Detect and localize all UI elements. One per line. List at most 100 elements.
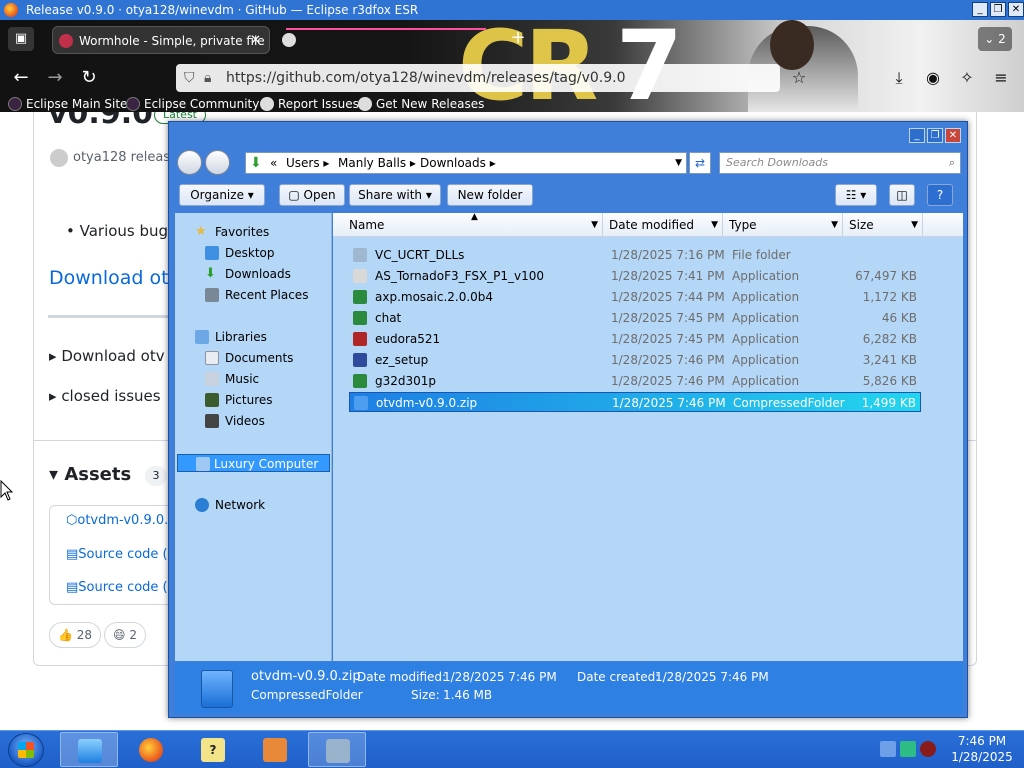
tab-github-release[interactable] (276, 26, 494, 54)
nav-recent-places[interactable]: Recent Places (175, 286, 332, 304)
back-button[interactable] (177, 150, 202, 175)
refresh-icon[interactable]: ⇄ (689, 152, 711, 174)
window-title: Release v0.9.0 · otya128/winevdm · GitHu… (26, 3, 419, 17)
details-download[interactable]: ▸ Download otv (49, 347, 165, 365)
assets-heading[interactable]: ▾ Assets (49, 464, 131, 485)
download-link[interactable]: Download otv (49, 267, 180, 289)
address-dropdown-icon[interactable]: ▼ (675, 153, 682, 173)
tray-volume-icon[interactable] (920, 741, 936, 757)
bookmark-get-new-releases[interactable]: Get New Releases (358, 96, 484, 112)
tab-list-icon[interactable]: ▣ (8, 27, 34, 51)
asset-source-tar-link[interactable]: ▤Source code ( (66, 580, 168, 595)
asset-source-zip-link[interactable]: ▤Source code ( (66, 547, 168, 562)
details-created-value: 1/28/2025 7:46 PM (655, 670, 769, 684)
extensions-icon[interactable]: ✧ (954, 65, 980, 91)
file-row[interactable]: eudora521 1/28/2025 7:45 PM Application 6,2… (349, 329, 921, 349)
search-icon[interactable]: ⌕ (949, 153, 955, 173)
new-tab-button[interactable]: + (506, 27, 530, 51)
file-row[interactable]: g32d301p 1/28/2025 7:46 PM Application 5,82… (349, 371, 921, 391)
nav-network[interactable]: Network (175, 496, 332, 514)
back-arrow-icon[interactable]: ← (8, 65, 34, 91)
downloads-icon[interactable]: ⤓ (886, 65, 912, 91)
bookmark-eclipse-main[interactable]: Eclipse Main Site (8, 96, 127, 112)
file-row[interactable]: chat 1/28/2025 7:45 PM Application 46 KB (349, 308, 921, 328)
file-date: 1/28/2025 7:46 PM (611, 353, 725, 367)
breadcrumb-users[interactable]: Users ▸ (286, 153, 329, 173)
taskbar-help-button[interactable]: ? (184, 732, 242, 767)
nav-downloads[interactable]: ⬇ Downloads (175, 265, 332, 283)
account-icon[interactable]: ◉ (920, 65, 946, 91)
nav-desktop[interactable]: Desktop (175, 244, 332, 262)
explorer-close-button[interactable]: ✕ (945, 128, 961, 143)
url-bar[interactable]: ⛉ 🔒︎ https://github.com/otya128/winevdm/… (176, 64, 780, 92)
tab-bar: ▣ Wormhole - Simple, private file ✕ + ⌄ … (0, 20, 1024, 60)
tab-wormhole[interactable]: Wormhole - Simple, private file ✕ (52, 26, 270, 54)
address-bar[interactable]: ⬇ « Users ▸ Manly Balls ▸ Downloads ▸ ▼ (245, 152, 687, 174)
breadcrumb-downloads[interactable]: Downloads ▸ (420, 153, 496, 173)
column-type[interactable]: Type ▼ (723, 213, 843, 237)
app-icon (353, 374, 367, 388)
sort-dropdown-icon[interactable]: ▼ (591, 213, 598, 237)
nav-luxury-computer[interactable]: Luxury Computer (177, 454, 330, 472)
new-folder-button[interactable]: New folder (447, 184, 533, 206)
file-row[interactable]: otvdm-v0.9.0.zip 1/28/2025 7:46 PM Compres… (349, 392, 921, 412)
share-with-button[interactable]: Share with ▾ (349, 184, 441, 206)
nav-music[interactable]: Music (175, 370, 332, 388)
reaction-thumbs-up[interactable]: 👍 28 (49, 622, 102, 648)
list-all-tabs-button[interactable]: ⌄ 2 (978, 27, 1012, 51)
forward-button[interactable] (205, 150, 230, 175)
explorer-maximize-button[interactable]: ❐ (927, 128, 943, 143)
taskbar-firefox-button[interactable] (122, 732, 180, 767)
taskbar-zip-button[interactable] (308, 732, 366, 767)
file-row[interactable]: VC_UCRT_DLLs 1/28/2025 7:16 PM File folder (349, 245, 921, 265)
tray-network-icon[interactable] (900, 741, 916, 757)
bookmark-report-issues[interactable]: Report Issues (260, 96, 359, 112)
nav-label: Downloads (225, 267, 291, 281)
bookmark-eclipse-community[interactable]: Eclipse Community (126, 96, 259, 112)
column-date-modified[interactable]: Date modified ▼ (603, 213, 723, 237)
close-button[interactable]: ✕ (1008, 2, 1024, 17)
file-date: 1/28/2025 7:46 PM (611, 374, 725, 388)
details-closed-issues[interactable]: ▸ closed issues (49, 387, 161, 405)
nav-videos[interactable]: Videos (175, 412, 332, 430)
preview-pane-icon[interactable]: ◫ (889, 184, 915, 206)
taskbar-clock[interactable]: 7:46 PM 1/28/2025 (950, 733, 1014, 765)
taskbar-explorer-button[interactable] (60, 732, 118, 767)
nav-pictures[interactable]: Pictures (175, 391, 332, 409)
asset-zip-link[interactable]: ⬡otvdm-v0.9.0. (66, 513, 168, 528)
release-author[interactable]: otya128 release (73, 150, 178, 165)
nav-documents[interactable]: Documents (175, 349, 332, 367)
start-button[interactable] (8, 733, 44, 767)
file-row[interactable]: ez_setup 1/28/2025 7:46 PM Application 3,24… (349, 350, 921, 370)
taskbar-package-button[interactable] (246, 732, 304, 767)
author-avatar[interactable] (50, 149, 68, 167)
explorer-minimize-button[interactable]: _ (909, 128, 925, 143)
sort-dropdown-icon[interactable]: ▼ (711, 213, 718, 237)
bookmark-star-icon[interactable]: ☆ (786, 65, 812, 91)
breadcrumb-manly-balls[interactable]: Manly Balls ▸ (338, 153, 416, 173)
forward-arrow-icon[interactable]: → (42, 65, 68, 91)
organize-button[interactable]: Organize ▾ (179, 184, 265, 206)
tab-close-icon[interactable]: ✕ (250, 27, 261, 53)
search-input[interactable]: Search Downloads ⌕ (719, 152, 961, 174)
minimize-button[interactable]: _ (972, 2, 988, 17)
tray-keyboard-icon[interactable] (880, 741, 896, 757)
menu-icon[interactable]: ≡ (988, 65, 1014, 91)
change-view-button[interactable]: ☷ ▾ (835, 184, 877, 206)
lock-icon[interactable]: 🔒︎ (204, 64, 211, 92)
shield-icon[interactable]: ⛉ (184, 64, 195, 92)
reload-icon[interactable]: ↻ (76, 65, 102, 91)
nav-favorites[interactable]: ★ Favorites (175, 223, 332, 241)
restore-button[interactable]: ❐ (990, 2, 1006, 17)
file-row[interactable]: axp.mosaic.2.0.0b4 1/28/2025 7:44 PM Appli… (349, 287, 921, 307)
reaction-laugh[interactable]: 😄 2 (104, 622, 146, 648)
sort-dropdown-icon[interactable]: ▼ (831, 213, 838, 237)
sort-dropdown-icon[interactable]: ▼ (911, 213, 918, 237)
breadcrumb-prefix[interactable]: « (270, 153, 277, 173)
nav-libraries[interactable]: Libraries (175, 328, 332, 346)
column-size[interactable]: Size ▼ (843, 213, 923, 237)
file-name: otvdm-v0.9.0.zip (376, 396, 478, 410)
file-row[interactable]: AS_TornadoF3_FSX_P1_v100 1/28/2025 7:41 P… (349, 266, 921, 286)
help-icon[interactable]: ? (927, 184, 953, 206)
open-button[interactable]: ▢ Open (279, 184, 345, 206)
